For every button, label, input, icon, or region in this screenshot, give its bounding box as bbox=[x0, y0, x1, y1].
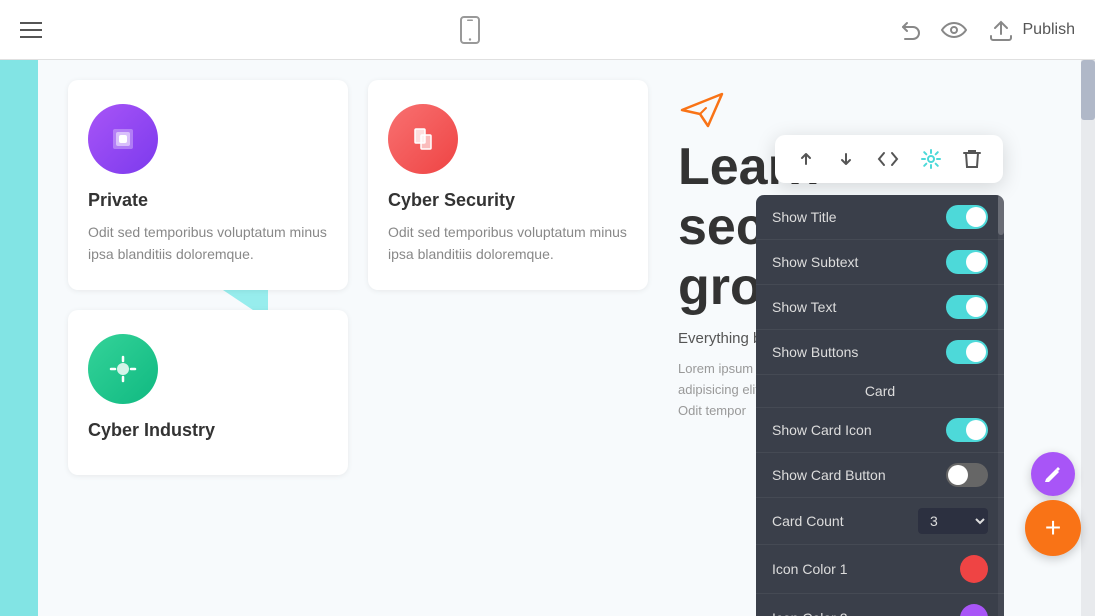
card-count-select[interactable]: 3 4 5 6 bbox=[918, 508, 988, 534]
card-count-row: Card Count 3 4 5 6 bbox=[756, 498, 1004, 545]
settings-panel: Show Title Show Subtext Show Text bbox=[756, 195, 1004, 616]
fab-edit-button[interactable] bbox=[1031, 452, 1075, 496]
card-title: Private bbox=[88, 190, 328, 211]
card-title: Cyber Industry bbox=[88, 420, 328, 441]
canvas-scrollbar[interactable] bbox=[1081, 60, 1095, 616]
header-right: Publish bbox=[899, 18, 1075, 42]
canvas: Private Odit sed temporibus voluptatum m… bbox=[0, 60, 1095, 616]
card-item: Cyber Security Odit sed temporibus volup… bbox=[368, 80, 648, 290]
show-card-button-row: Show Card Button bbox=[756, 453, 1004, 498]
show-card-button-label: Show Card Button bbox=[772, 467, 886, 483]
header-left bbox=[20, 22, 42, 38]
card-item: Cyber Industry bbox=[68, 310, 348, 475]
scrollbar-thumb bbox=[1081, 60, 1095, 120]
show-subtext-label: Show Subtext bbox=[772, 254, 858, 270]
delete-button[interactable] bbox=[957, 145, 987, 173]
show-title-row: Show Title bbox=[756, 195, 1004, 240]
show-text-row: Show Text bbox=[756, 285, 1004, 330]
show-card-icon-toggle[interactable] bbox=[946, 418, 988, 442]
settings-button[interactable] bbox=[915, 145, 947, 173]
card-text: Odit sed temporibus voluptatum minus ips… bbox=[388, 221, 628, 266]
card-icon-circle bbox=[88, 334, 158, 404]
show-text-toggle[interactable] bbox=[946, 295, 988, 319]
show-buttons-label: Show Buttons bbox=[772, 344, 858, 360]
show-subtext-row: Show Subtext bbox=[756, 240, 1004, 285]
show-buttons-row: Show Buttons bbox=[756, 330, 1004, 375]
move-up-button[interactable] bbox=[791, 146, 821, 172]
header: Publish bbox=[0, 0, 1095, 60]
undo-button[interactable] bbox=[899, 19, 921, 41]
show-card-icon-label: Show Card Icon bbox=[772, 422, 872, 438]
icon-color-1-row: Icon Color 1 bbox=[756, 545, 1004, 594]
panel-scrollbar[interactable] bbox=[998, 195, 1004, 616]
move-down-button[interactable] bbox=[831, 146, 861, 172]
publish-icon bbox=[987, 18, 1015, 42]
show-buttons-toggle[interactable] bbox=[946, 340, 988, 364]
floating-toolbar bbox=[775, 135, 1003, 183]
icon-color-2-swatch[interactable] bbox=[960, 604, 988, 616]
fab-add-icon: + bbox=[1045, 514, 1061, 542]
publish-button[interactable]: Publish bbox=[987, 18, 1075, 42]
code-button[interactable] bbox=[871, 147, 905, 171]
publish-label: Publish bbox=[1023, 21, 1075, 39]
show-card-button-toggle[interactable] bbox=[946, 463, 988, 487]
icon-color-1-label: Icon Color 1 bbox=[772, 561, 847, 577]
card-text: Odit sed temporibus voluptatum minus ips… bbox=[88, 221, 328, 266]
show-text-label: Show Text bbox=[772, 299, 836, 315]
card-item: Private Odit sed temporibus voluptatum m… bbox=[68, 80, 348, 290]
card-icon-circle bbox=[388, 104, 458, 174]
card-count-label: Card Count bbox=[772, 513, 844, 529]
hamburger-menu-button[interactable] bbox=[20, 22, 42, 38]
show-title-toggle[interactable] bbox=[946, 205, 988, 229]
fab-add-button[interactable]: + bbox=[1025, 500, 1081, 556]
icon-color-1-swatch[interactable] bbox=[960, 555, 988, 583]
header-center bbox=[459, 16, 481, 44]
panel-scroll-thumb bbox=[998, 195, 1004, 235]
icon-color-2-label: Icon Color 2 bbox=[772, 610, 847, 616]
preview-button[interactable] bbox=[941, 21, 967, 39]
card-title: Cyber Security bbox=[388, 190, 628, 211]
card-icon-circle bbox=[88, 104, 158, 174]
phone-preview-icon bbox=[459, 16, 481, 44]
left-accent-bar bbox=[0, 60, 38, 616]
cards-grid: Private Odit sed temporibus voluptatum m… bbox=[68, 80, 648, 475]
show-card-icon-row: Show Card Icon bbox=[756, 408, 1004, 453]
show-title-label: Show Title bbox=[772, 209, 837, 225]
icon-color-2-row: Icon Color 2 bbox=[756, 594, 1004, 616]
card-section-label: Card bbox=[756, 375, 1004, 408]
show-subtext-toggle[interactable] bbox=[946, 250, 988, 274]
